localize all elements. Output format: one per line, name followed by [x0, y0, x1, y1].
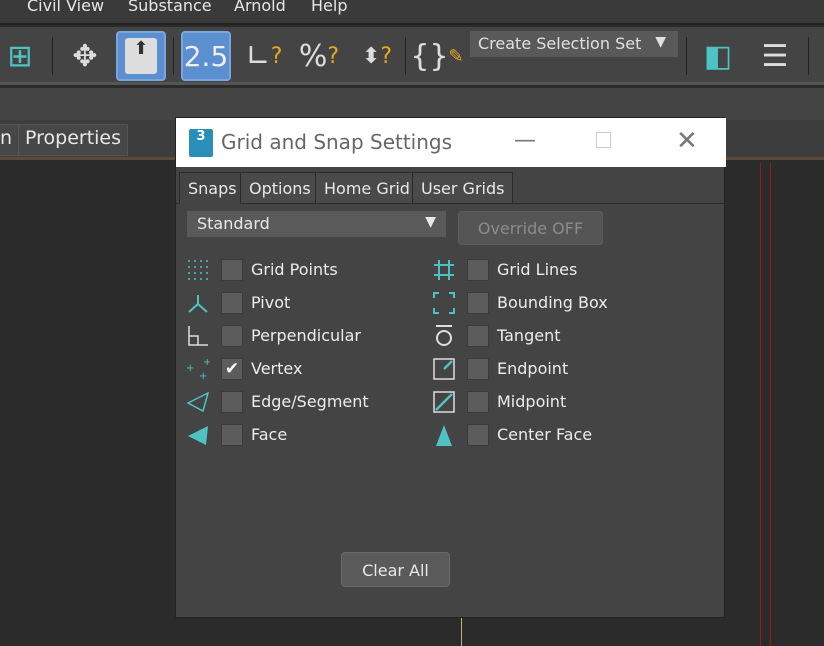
- chevron-down-icon: ▼: [655, 34, 666, 50]
- edge-icon: [186, 390, 210, 414]
- separator: [808, 37, 809, 75]
- angle-snap-icon[interactable]: ∟?: [239, 31, 289, 81]
- vertex-label: Vertex: [251, 359, 303, 378]
- percent-snap-icon[interactable]: %?: [294, 31, 344, 81]
- tangent-icon: [432, 324, 456, 348]
- snap-endpoint: Endpoint: [432, 357, 672, 383]
- main-toolbar: ⊞ ✥ ⬆ 2.5 ∟? %? ⬍? {} ✎ Create Selection …: [0, 27, 824, 85]
- edit-named-selection-icon[interactable]: {} ✎: [410, 31, 463, 81]
- grid-lines-label: Grid Lines: [497, 260, 578, 279]
- snap-pivot: Pivot: [186, 291, 426, 317]
- endpoint-label: Endpoint: [497, 359, 569, 378]
- snap-toggle-button[interactable]: 2.5: [181, 31, 231, 81]
- snap-grid-lines: Grid Lines: [432, 258, 672, 284]
- mirror-icon[interactable]: ◧: [693, 31, 743, 81]
- grid-points-label: Grid Points: [251, 260, 338, 279]
- dialog-title: Grid and Snap Settings: [221, 130, 453, 154]
- edge-segment-label: Edge/Segment: [251, 392, 369, 411]
- menu-civil-view[interactable]: Civil View: [27, 0, 104, 15]
- vertex-icon: + + +: [186, 357, 211, 382]
- face-checkbox[interactable]: [221, 424, 243, 446]
- spinner-snap-icon[interactable]: ⬍?: [352, 31, 402, 81]
- selection-set-value: Create Selection Set: [478, 34, 642, 53]
- edge-segment-checkbox[interactable]: [221, 391, 243, 413]
- bounding-box-label: Bounding Box: [497, 293, 608, 312]
- endpoint-checkbox[interactable]: [467, 358, 489, 380]
- snap-type-value: Standard: [197, 214, 270, 233]
- snap-label: 2.5: [183, 39, 229, 73]
- viewport-border: [770, 163, 771, 646]
- perpendicular-icon: [186, 324, 210, 348]
- ribbon-band: [0, 88, 824, 120]
- snap-bounding-box: Bounding Box: [432, 291, 672, 317]
- pivot-checkbox[interactable]: [221, 292, 243, 314]
- midpoint-icon: [432, 390, 456, 414]
- snap-center-face: Center Face: [432, 423, 672, 449]
- app-logo-icon: 3: [189, 129, 213, 157]
- dialog-title-bar[interactable]: 3 Grid and Snap Settings — ✕: [176, 118, 726, 167]
- bounding-box-checkbox[interactable]: [467, 292, 489, 314]
- minimize-button[interactable]: —: [514, 128, 536, 153]
- separator: [686, 37, 687, 75]
- tab-snaps[interactable]: Snaps: [179, 172, 246, 204]
- grid-lines-checkbox[interactable]: [467, 259, 489, 281]
- tangent-checkbox[interactable]: [467, 325, 489, 347]
- snap-perpendicular: Perpendicular: [186, 324, 426, 350]
- grid-points-checkbox[interactable]: [221, 259, 243, 281]
- tab-home-grid[interactable]: Home Grid: [315, 172, 419, 204]
- midpoint-checkbox[interactable]: [467, 391, 489, 413]
- snap-vertex: + + + ✔ Vertex: [186, 357, 426, 383]
- tab-partial[interactable]: n: [0, 124, 20, 156]
- tangent-label: Tangent: [497, 326, 561, 345]
- placement-icon[interactable]: ⬆: [116, 31, 166, 81]
- chevron-down-icon: ▼: [425, 214, 436, 230]
- menu-help[interactable]: Help: [311, 0, 347, 15]
- grid-snap-dialog: 3 Grid and Snap Settings — ✕ Snaps Optio…: [175, 117, 726, 618]
- dialog-tabs: Snaps Options Home Grid User Grids: [176, 170, 726, 204]
- svg-text:+: +: [203, 357, 210, 368]
- face-label: Face: [251, 425, 288, 444]
- vertex-checkbox[interactable]: ✔: [221, 358, 243, 380]
- perpendicular-checkbox[interactable]: [221, 325, 243, 347]
- tab-options[interactable]: Options: [240, 172, 320, 204]
- selection-set-dropdown[interactable]: Create Selection Set ▼: [470, 31, 678, 57]
- bounding-box-icon: [432, 291, 456, 315]
- link-icon[interactable]: ⊞: [0, 31, 45, 81]
- endpoint-icon: [432, 357, 456, 381]
- svg-text:+: +: [199, 371, 207, 381]
- snap-grid-points: Grid Points: [186, 258, 426, 284]
- override-button[interactable]: Override OFF: [458, 211, 603, 245]
- snap-tangent: Tangent: [432, 324, 672, 350]
- menu-arnold[interactable]: Arnold: [234, 0, 286, 15]
- midpoint-label: Midpoint: [497, 392, 567, 411]
- tab-user-grids[interactable]: User Grids: [412, 172, 514, 204]
- center-face-label: Center Face: [497, 425, 593, 444]
- face-icon: [186, 423, 210, 447]
- close-button[interactable]: ✕: [676, 126, 698, 156]
- pivot-label: Pivot: [251, 293, 291, 312]
- snap-midpoint: Midpoint: [432, 390, 672, 416]
- perpendicular-label: Perpendicular: [251, 326, 362, 345]
- snap-face: Face: [186, 423, 426, 449]
- clear-all-button[interactable]: Clear All: [341, 552, 450, 587]
- maximize-button[interactable]: [596, 132, 611, 148]
- align-icon[interactable]: ☰: [750, 31, 800, 81]
- menu-bar: Civil View Substance Arnold Help: [0, 0, 824, 25]
- move-icon[interactable]: ✥: [60, 31, 110, 81]
- grid-lines-icon: [432, 258, 456, 282]
- menu-substance[interactable]: Substance: [128, 0, 212, 15]
- separator: [173, 37, 174, 75]
- separator: [52, 37, 53, 75]
- snap-edge-segment: Edge/Segment: [186, 390, 426, 416]
- grid-points-icon: [186, 258, 210, 282]
- tab-properties[interactable]: Properties: [18, 124, 129, 156]
- center-face-icon: [432, 423, 456, 447]
- separator: [405, 37, 406, 75]
- snap-type-dropdown[interactable]: Standard ▼: [187, 211, 446, 237]
- viewport-border: [760, 163, 761, 646]
- svg-text:+: +: [186, 363, 194, 374]
- pivot-icon: [186, 291, 210, 315]
- center-face-checkbox[interactable]: [467, 424, 489, 446]
